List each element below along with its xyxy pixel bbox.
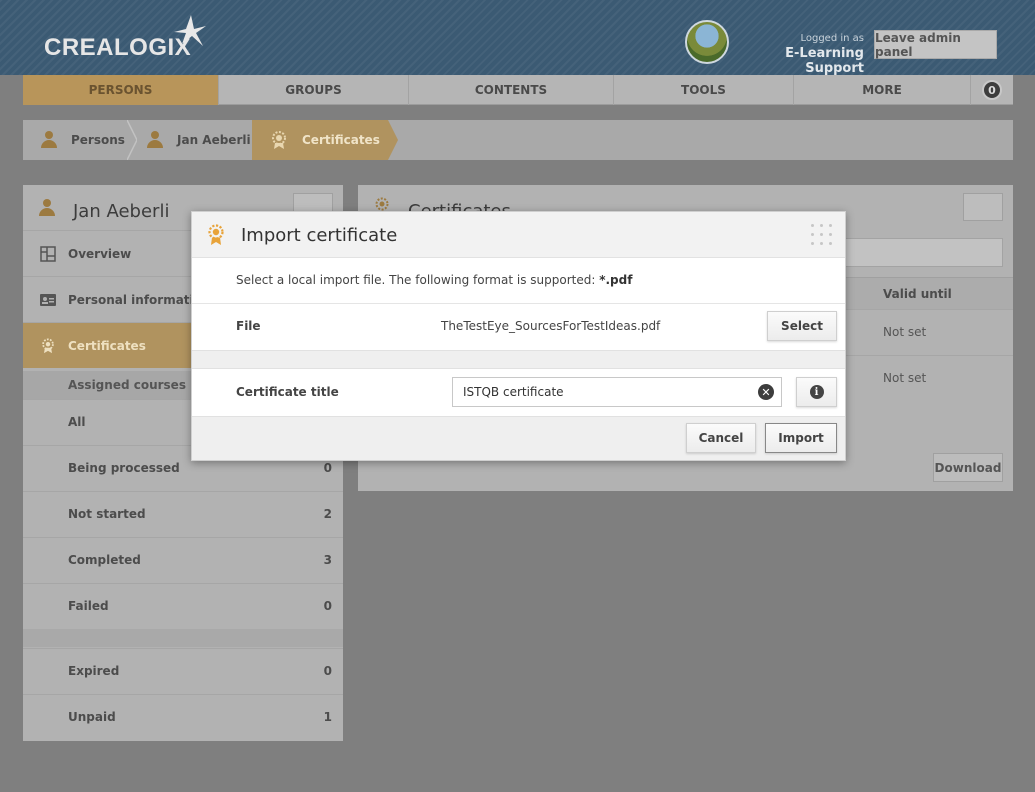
info-text: Select a local import file. The followin… [236, 273, 600, 287]
breadcrumb-arrow-icon [388, 120, 398, 160]
dialog-title: Import certificate [241, 225, 398, 246]
certificates-menu-button[interactable] [963, 193, 1003, 221]
main-nav: PERSONS GROUPS CONTENTS TOOLS MORE [23, 75, 1013, 105]
info-icon: i [809, 385, 824, 399]
info-button[interactable]: i [796, 377, 837, 407]
certificates-search-input[interactable] [838, 238, 1003, 267]
overview-icon [40, 245, 56, 262]
breadcrumb-persons[interactable]: Persons [41, 120, 125, 160]
filter-count: 2 [323, 507, 332, 521]
filter-label: Completed [68, 553, 141, 567]
logged-in-label: Logged in as [800, 33, 864, 44]
filter-count: 0 [323, 664, 332, 678]
filter-label: Failed [68, 599, 109, 613]
sidebar-item-label: Personal information [68, 292, 211, 307]
valid-until-cell: Not set [883, 371, 927, 385]
dialog-header[interactable]: Import certificate [192, 212, 845, 258]
breadcrumb-jan-aeberli[interactable]: Jan Aeberli [147, 120, 251, 160]
certificate-icon [42, 337, 54, 353]
breadcrumb: Persons Jan Aeberli Certificates [23, 120, 1013, 160]
certificate-icon [272, 131, 286, 149]
import-certificate-dialog: Import certificate Select a local import… [191, 211, 846, 461]
filter-label: Not started [68, 507, 146, 521]
nav-persons[interactable]: PERSONS [23, 75, 219, 105]
breadcrumb-separator-icon [127, 120, 137, 160]
download-button[interactable]: Download [933, 453, 1003, 482]
nav-tools[interactable]: TOOLS [614, 75, 794, 105]
course-filter-not-started[interactable]: Not started 2 [23, 491, 343, 537]
filter-label: All [68, 415, 86, 429]
course-filter-completed[interactable]: Completed 3 [23, 537, 343, 583]
sidebar-divider [23, 629, 343, 647]
import-button[interactable]: Import [765, 423, 837, 453]
filter-label: Being processed [68, 461, 180, 475]
user-avatar[interactable] [685, 20, 729, 64]
logged-in-user-name[interactable]: E-Learning Support [740, 46, 864, 76]
course-filter-failed[interactable]: Failed 0 [23, 583, 343, 629]
certificate-title-input[interactable]: ISTQB certificate [452, 377, 782, 407]
filter-label: Expired [68, 664, 120, 678]
filter-count: 1 [323, 710, 332, 724]
course-filter-expired[interactable]: Expired 0 [23, 648, 343, 694]
person-name-title: Jan Aeberli [73, 201, 170, 222]
file-row: File TheTestEye_SourcesForTestIdeas.pdf … [192, 303, 845, 350]
nav-more[interactable]: MORE [794, 75, 971, 105]
section-title: Assigned courses [68, 378, 186, 392]
breadcrumb-person-label: Jan Aeberli [177, 133, 251, 147]
supported-format: *.pdf [599, 273, 633, 287]
person-icon [147, 131, 163, 149]
filter-count: 0 [323, 599, 332, 613]
filter-count: 3 [323, 553, 332, 567]
course-filter-unpaid[interactable]: Unpaid 1 [23, 694, 343, 740]
certificate-title-label: Certificate title [236, 385, 339, 399]
notification-badge[interactable]: 0 [982, 80, 1002, 100]
certificate-icon [208, 224, 224, 245]
nav-groups[interactable]: GROUPS [219, 75, 409, 105]
breadcrumb-certificates[interactable]: Certificates [252, 120, 388, 160]
app-header: CREALOGIX Logged in as E-Learning Suppor… [0, 0, 1035, 76]
clear-input-icon[interactable]: ✕ [758, 384, 774, 400]
nav-contents[interactable]: CONTENTS [409, 75, 614, 105]
column-valid-until[interactable]: Valid until [883, 287, 952, 301]
import-info-text: Select a local import file. The followin… [236, 273, 632, 287]
sidebar-item-label: Certificates [68, 338, 146, 353]
drag-handle-icon[interactable] [811, 224, 833, 246]
person-icon [39, 199, 55, 217]
file-label: File [236, 319, 261, 333]
certificate-title-value: ISTQB certificate [463, 385, 564, 399]
cancel-button[interactable]: Cancel [686, 423, 756, 453]
dialog-footer: Cancel Import [192, 416, 845, 460]
id-card-icon [40, 293, 56, 306]
leave-admin-panel-button[interactable]: Leave admin panel [874, 30, 997, 59]
selected-file-name: TheTestEye_SourcesForTestIdeas.pdf [441, 319, 661, 333]
select-file-button[interactable]: Select [767, 311, 837, 341]
dialog-divider [192, 350, 845, 369]
filter-count: 0 [323, 461, 332, 475]
filter-label: Unpaid [68, 710, 116, 724]
valid-until-cell: Not set [883, 325, 927, 339]
breadcrumb-persons-label: Persons [71, 133, 125, 147]
logo-star-icon [174, 15, 206, 46]
sidebar-item-label: Overview [68, 246, 132, 261]
person-icon [41, 131, 57, 149]
breadcrumb-certificates-label: Certificates [302, 133, 380, 147]
